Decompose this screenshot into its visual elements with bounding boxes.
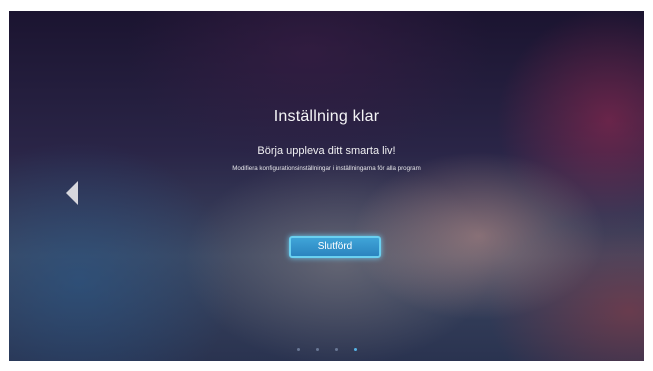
page-description: Modifiera konfigurationsinställningar i … [232, 165, 421, 172]
step-dot [334, 348, 338, 351]
finish-button[interactable]: Slutförd [289, 236, 381, 258]
chevron-left-icon[interactable] [66, 181, 78, 205]
step-dot-active [353, 348, 357, 351]
step-dot [296, 348, 300, 351]
page-subtitle: Börja uppleva ditt smarta liv! [257, 145, 396, 157]
step-dot [315, 348, 319, 351]
step-indicator [9, 348, 644, 351]
page-title: Inställning klar [273, 108, 380, 125]
setup-complete-screen: Inställning klar Börja uppleva ditt smar… [9, 11, 644, 361]
